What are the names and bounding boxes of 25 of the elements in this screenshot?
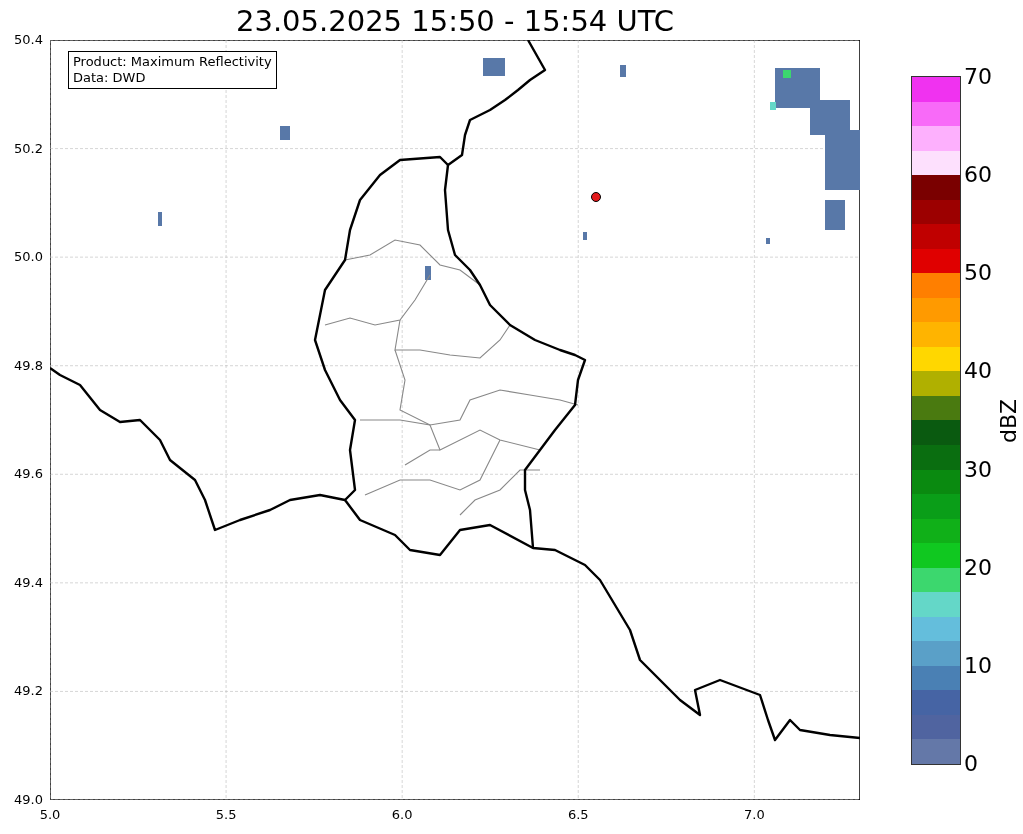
y-tick-label: 49.0 bbox=[14, 792, 43, 808]
y-tick-label: 50.4 bbox=[14, 32, 43, 48]
colorbar-tick-label: 70 bbox=[964, 64, 992, 90]
x-tick-label: 6.0 bbox=[391, 807, 413, 823]
colorbar-tick-label: 50 bbox=[964, 260, 992, 287]
colorbar-tick-label: 10 bbox=[964, 652, 992, 679]
colorbar-label: dBZ bbox=[997, 398, 1021, 443]
x-tick-label: 5.0 bbox=[39, 807, 61, 823]
colorbar-tick-label: 30 bbox=[964, 456, 992, 483]
colorbar-tick-label: 60 bbox=[964, 162, 992, 189]
y-tick-label: 49.6 bbox=[14, 466, 43, 483]
y-tick-label: 49.4 bbox=[14, 574, 43, 591]
y-tick-label: 49.8 bbox=[14, 357, 43, 374]
y-tick-label: 50.0 bbox=[14, 249, 43, 266]
y-tick-label: 49.2 bbox=[14, 683, 43, 700]
x-tick-label: 7.0 bbox=[744, 807, 765, 823]
legend-text: Data: DWD bbox=[73, 70, 147, 86]
legend-text: Product: Maximum Reflectivity bbox=[73, 54, 272, 70]
colorbar-tick-label: 20 bbox=[964, 554, 992, 581]
chart-title: 23.05.2025 15:50 - 15:54 UTC bbox=[235, 3, 675, 39]
x-tick-label: 5.5 bbox=[215, 807, 237, 823]
colorbar-tick-label: 0 bbox=[964, 751, 978, 777]
x-tick-label: 6.5 bbox=[567, 807, 589, 823]
colorbar-tick-label: 40 bbox=[964, 358, 992, 385]
y-tick-label: 50.2 bbox=[14, 140, 43, 157]
